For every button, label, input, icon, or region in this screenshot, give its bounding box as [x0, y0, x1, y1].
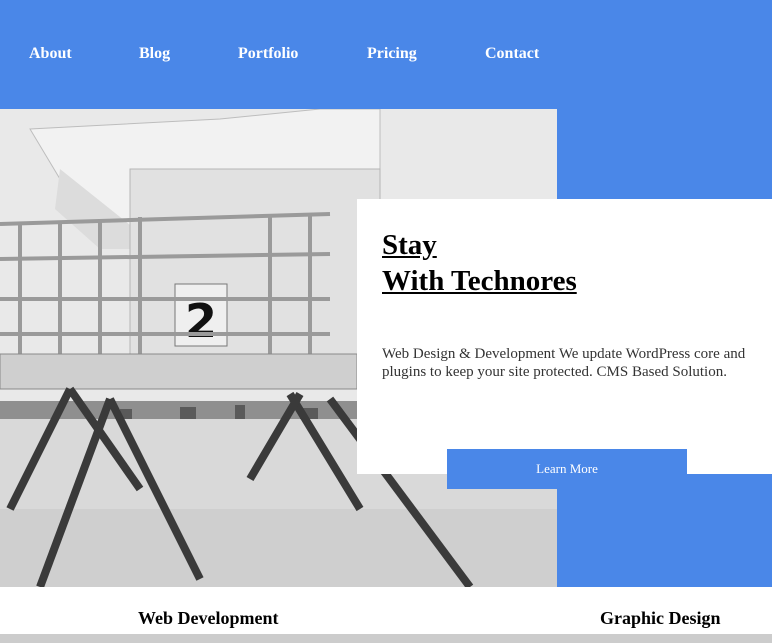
learn-more-button[interactable]: Learn More — [447, 449, 687, 489]
nav-about[interactable]: About — [29, 45, 72, 63]
bottom-divider — [0, 634, 772, 643]
hero-description: Web Design & Development We update WordP… — [382, 346, 746, 380]
service-graphic-design: Graphic Design — [600, 608, 721, 628]
hero-card: Stay With Technores Web Design & Develop… — [357, 199, 772, 474]
nav-blog[interactable]: Blog — [139, 45, 170, 63]
nav-pricing[interactable]: Pricing — [367, 45, 417, 63]
service-web-development: Web Development — [138, 608, 279, 628]
top-navigation: About Blog Portfolio Pricing Contact — [0, 0, 772, 109]
hero-title-line-2: With Technores — [382, 265, 577, 297]
nav-portfolio[interactable]: Portfolio — [238, 45, 298, 63]
svg-text:2: 2 — [185, 294, 217, 348]
hero-title-line-1: Stay — [382, 229, 437, 261]
nav-contact[interactable]: Contact — [485, 45, 539, 63]
hero-title: Stay With Technores — [382, 227, 577, 299]
